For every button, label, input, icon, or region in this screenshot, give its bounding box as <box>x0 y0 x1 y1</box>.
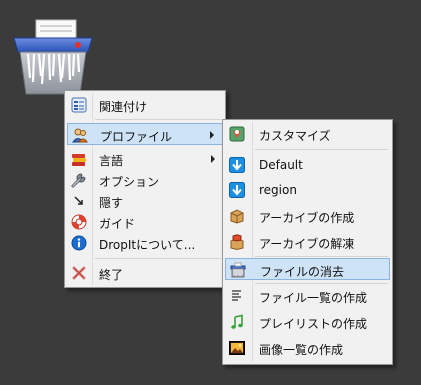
menu-item-label: DropItについて... <box>99 238 196 252</box>
menu-separator <box>255 149 388 150</box>
menu-item-label: region <box>259 183 297 197</box>
music-note-icon <box>231 314 243 329</box>
download-arrow-icon <box>229 182 245 198</box>
submenu-item-playlist[interactable]: プレイリストの作成 <box>225 311 390 333</box>
menu-item-label: Default <box>259 158 303 172</box>
menu-item-label: アーカイブの作成 <box>259 211 355 225</box>
menu-item-label: 終了 <box>99 268 124 282</box>
menu-separator <box>95 119 221 120</box>
extract-box-icon <box>230 234 244 250</box>
menu-separator <box>255 283 388 284</box>
submenu-item-region[interactable]: region <box>225 179 390 201</box>
menu-item-label: プレイリストの作成 <box>259 317 368 331</box>
submenu-item-erase-files[interactable]: ファイルの消去 <box>225 258 390 280</box>
lifebuoy-icon <box>71 214 87 230</box>
menu-item-hide[interactable]: 隠す <box>67 190 223 212</box>
dropit-shredder-icon[interactable] <box>8 18 98 98</box>
text-list-icon <box>232 290 241 301</box>
menu-item-label: カスタマイズ <box>259 129 331 143</box>
submenu-arrow-icon <box>211 155 215 163</box>
shredder-icon <box>230 262 246 278</box>
hide-arrow-icon <box>74 196 83 205</box>
wrench-icon <box>71 173 86 188</box>
archive-box-icon <box>230 209 244 224</box>
info-icon <box>71 235 87 251</box>
menu-item-label: ファイル一覧の作成 <box>259 291 368 305</box>
menu-item-guide[interactable]: ガイド <box>67 211 223 233</box>
menu-item-label: 画像一覧の作成 <box>259 343 344 357</box>
menu-item-profile[interactable]: プロファイル <box>67 123 223 145</box>
menu-separator <box>255 256 388 257</box>
menu-item-label: プロファイル <box>100 130 173 144</box>
menu-item-label: 言語 <box>99 154 124 168</box>
language-books-icon <box>72 154 86 166</box>
menu-item-options[interactable]: オプション <box>67 169 223 191</box>
submenu-item-image-list[interactable]: 画像一覧の作成 <box>225 337 390 359</box>
menu-item-language[interactable]: 言語 <box>67 148 223 170</box>
menu-item-about[interactable]: DropItについて... <box>67 232 223 254</box>
download-arrow-icon <box>229 157 245 173</box>
menu-item-label: 関連付け <box>99 100 148 114</box>
submenu-item-file-list[interactable]: ファイル一覧の作成 <box>225 285 390 307</box>
menu-item-associate[interactable]: 関連付け <box>67 94 223 116</box>
menu-item-label: アーカイブの解凍 <box>259 237 355 251</box>
profile-users-icon <box>72 128 88 143</box>
profile-submenu: カスタマイズ Default region アーカイブの作成 アーカイブの解凍 <box>222 119 393 365</box>
submenu-item-default[interactable]: Default <box>225 154 390 176</box>
menu-item-label: ファイルの消去 <box>260 265 345 279</box>
context-menu: 関連付け プロファイル 言語 オプション 隠す ガイド DropItについて..… <box>64 90 226 288</box>
submenu-item-customize[interactable]: カスタマイズ <box>225 123 390 145</box>
menu-item-exit[interactable]: 終了 <box>67 262 223 284</box>
submenu-item-extract-archive[interactable]: アーカイブの解凍 <box>225 231 390 253</box>
image-picture-icon <box>229 341 245 355</box>
submenu-arrow-icon <box>210 131 214 139</box>
menu-separator <box>95 258 221 259</box>
menu-item-label: オプション <box>99 175 160 189</box>
submenu-item-create-archive[interactable]: アーカイブの作成 <box>225 205 390 227</box>
associate-icon <box>71 97 87 113</box>
menu-item-label: ガイド <box>99 217 136 231</box>
customize-icon <box>229 126 245 142</box>
menu-item-label: 隠す <box>99 196 124 210</box>
close-x-icon <box>72 266 86 280</box>
